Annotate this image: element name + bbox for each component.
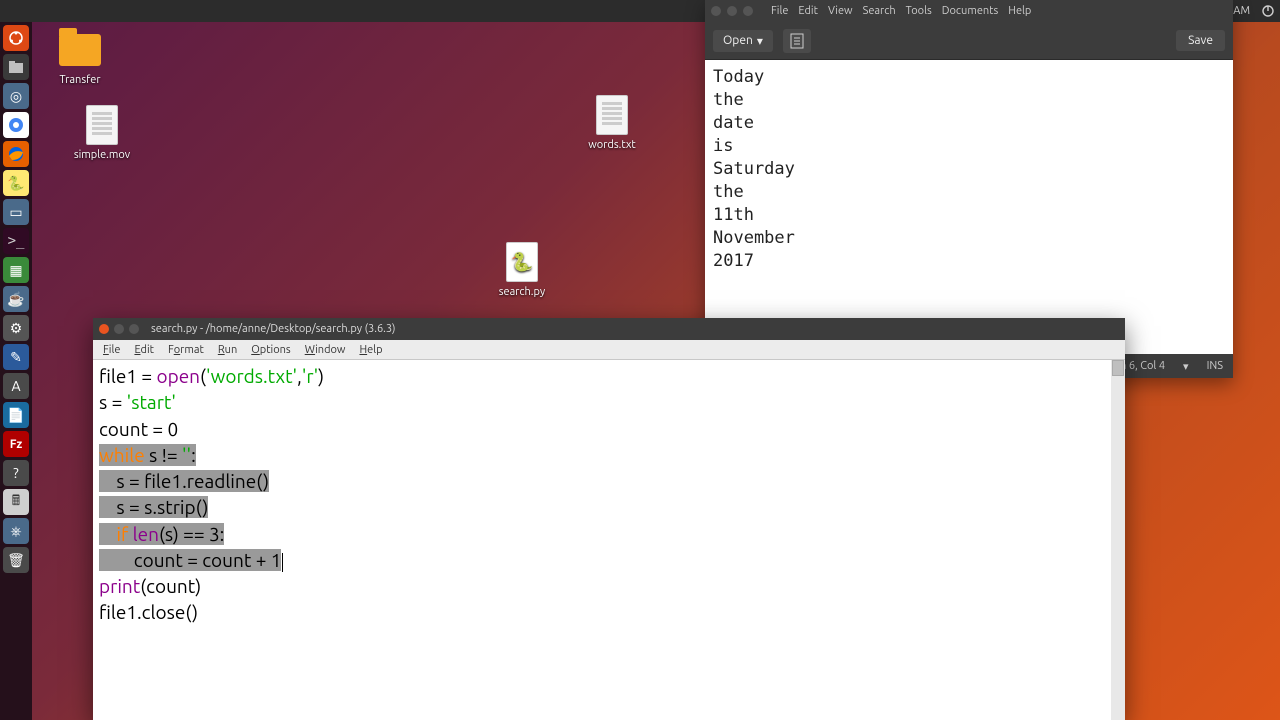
icon-label: simple.mov (62, 149, 142, 161)
menu-tools[interactable]: Tools (906, 5, 932, 17)
idle-window: search.py - /home/anne/Desktop/search.py… (93, 318, 1125, 720)
launcher-writer[interactable]: 📄 (3, 402, 29, 428)
menu-format[interactable]: Format (168, 344, 204, 356)
launcher-app-3[interactable]: ⎈ (3, 518, 29, 544)
minimize-icon[interactable] (727, 6, 737, 16)
launcher-settings[interactable]: ⚙ (3, 315, 29, 341)
python-file-icon: 🐍 (506, 242, 538, 282)
desktop-icon-search-py[interactable]: 🐍 search.py (482, 242, 562, 298)
launcher-terminal[interactable]: >_ (3, 228, 29, 254)
folder-icon (59, 34, 101, 66)
launcher-help[interactable]: ? (3, 460, 29, 486)
document-icon (596, 95, 628, 135)
launcher-java[interactable]: ☕ (3, 286, 29, 312)
launcher-gedit[interactable]: ✎ (3, 344, 29, 370)
launcher-libre-calc[interactable]: ▦ (3, 257, 29, 283)
menu-run[interactable]: Run (218, 344, 237, 356)
launcher-idle[interactable]: 🐍 (3, 170, 29, 196)
idle-titlebar[interactable]: search.py - /home/anne/Desktop/search.py… (93, 318, 1125, 340)
menu-edit[interactable]: Edit (798, 5, 818, 17)
menu-help[interactable]: Help (1008, 5, 1031, 17)
launcher-app-2[interactable]: ▭ (3, 199, 29, 225)
window-title: search.py - /home/anne/Desktop/search.py… (151, 323, 396, 335)
launcher-files[interactable] (3, 54, 29, 80)
new-document-button[interactable] (783, 29, 811, 53)
session-indicator[interactable] (1262, 5, 1274, 17)
vertical-scrollbar[interactable] (1111, 360, 1125, 720)
menu-search[interactable]: Search (863, 5, 896, 17)
insert-mode: INS (1207, 360, 1223, 372)
desktop-icon-simple-mov[interactable]: simple.mov (62, 105, 142, 161)
chevron-down-icon: ▾ (757, 34, 763, 48)
menu-edit[interactable]: Edit (134, 344, 154, 356)
launcher-filezilla[interactable]: Fz (3, 431, 29, 457)
launcher-calculator[interactable]: 🖩 (3, 489, 29, 515)
launcher-dash[interactable] (3, 25, 29, 51)
launcher-firefox[interactable] (3, 141, 29, 167)
tab-width-dropdown[interactable]: ▾ (1183, 360, 1189, 373)
menu-options[interactable]: Options (251, 344, 290, 356)
document-icon (86, 105, 118, 145)
maximize-icon[interactable] (129, 324, 139, 334)
icon-label: Transfer (40, 74, 120, 86)
menu-file[interactable]: File (103, 344, 120, 356)
close-icon[interactable] (711, 6, 721, 16)
menu-documents[interactable]: Documents (942, 5, 999, 17)
idle-code-area[interactable]: file1 = open('words.txt','r') s = 'start… (93, 360, 1125, 720)
gedit-toolbar: Open ▾ Save (705, 22, 1233, 60)
open-label: Open (723, 34, 753, 47)
minimize-icon[interactable] (114, 324, 124, 334)
menu-window[interactable]: Window (305, 344, 346, 356)
menu-view[interactable]: View (828, 5, 853, 17)
idle-menubar: File Edit Format Run Options Window Help (93, 340, 1125, 360)
menu-file[interactable]: File (771, 5, 788, 17)
close-icon[interactable] (99, 324, 109, 334)
gedit-text-area[interactable]: Today the date is Saturday the 11th Nove… (705, 60, 1233, 354)
launcher-chrome[interactable] (3, 112, 29, 138)
launcher-software[interactable]: A (3, 373, 29, 399)
desktop-icon-words-txt[interactable]: words.txt (572, 95, 652, 151)
menu-help[interactable]: Help (359, 344, 382, 356)
desktop-icon-transfer[interactable]: Transfer (40, 30, 120, 86)
maximize-icon[interactable] (743, 6, 753, 16)
unity-launcher: ◎ 🐍 ▭ >_ ▦ ☕ ⚙ ✎ A 📄 Fz ? 🖩 ⎈ 🗑 (0, 22, 32, 720)
icon-label: search.py (482, 286, 562, 298)
open-button[interactable]: Open ▾ (713, 30, 773, 52)
scrollbar-thumb[interactable] (1112, 360, 1124, 376)
gedit-titlebar[interactable]: File Edit View Search Tools Documents He… (705, 0, 1233, 22)
launcher-trash[interactable]: 🗑 (3, 547, 29, 573)
launcher-app-1[interactable]: ◎ (3, 83, 29, 109)
icon-label: words.txt (572, 139, 652, 151)
save-button[interactable]: Save (1176, 30, 1225, 51)
text-cursor (282, 553, 283, 572)
